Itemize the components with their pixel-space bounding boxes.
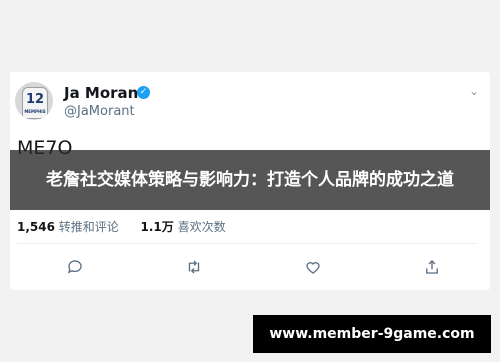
watermark-text: www.member-9game.com	[269, 326, 475, 342]
headline-title: 老詹社交媒体策略与影响力：打造个人品牌的成功之道	[46, 170, 454, 190]
jersey-team: MEMPHIS	[24, 109, 46, 114]
retweet-label[interactable]: 转推和评论	[59, 220, 119, 234]
headline-banner: 老詹社交媒体策略与影响力：打造个人品牌的成功之道	[10, 150, 490, 210]
chevron-down-icon[interactable]: ⌄	[469, 84, 479, 98]
like-label[interactable]: 喜欢次数	[178, 220, 226, 234]
retweet-icon[interactable]	[185, 258, 207, 280]
share-icon[interactable]	[423, 258, 445, 280]
divider	[17, 243, 477, 244]
author-name[interactable]: Ja Morant	[64, 84, 146, 102]
avatar[interactable]: 12 MEMPHIS	[15, 82, 53, 120]
like-icon[interactable]	[304, 258, 326, 280]
like-count[interactable]: 1.1万	[140, 220, 173, 234]
reply-icon[interactable]	[66, 258, 88, 280]
jersey-icon: 12 MEMPHIS	[22, 87, 48, 119]
watermark: www.member-9game.com	[253, 315, 491, 353]
tweet-stats: 1,546 转推和评论 1.1万 喜欢次数	[17, 218, 226, 235]
author-handle[interactable]: @JaMorant	[64, 104, 135, 119]
verified-badge-icon: ✓	[137, 86, 150, 99]
jersey-number: 12	[25, 92, 45, 107]
retweet-count[interactable]: 1,546	[17, 220, 55, 234]
